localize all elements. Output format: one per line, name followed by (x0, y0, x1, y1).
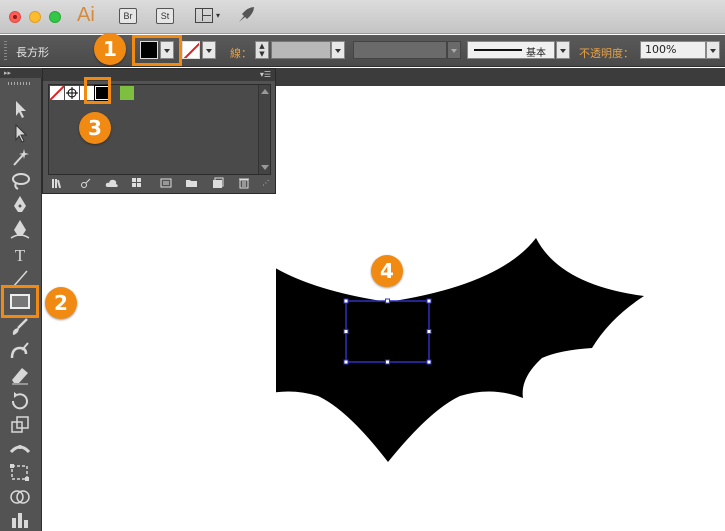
scroll-down-icon[interactable] (261, 165, 269, 170)
brush-definition-label: 基本 (526, 48, 546, 59)
paintbrush-tool-icon[interactable] (8, 316, 32, 338)
control-bar-grip[interactable] (4, 41, 7, 61)
magic-wand-tool-icon[interactable] (8, 146, 32, 168)
swatch-libraries-menu-icon[interactable] (51, 177, 65, 189)
callout-badge-4: 4 (371, 255, 403, 287)
selected-rectangle[interactable] (343, 298, 432, 365)
selection-type-label: 長方形 (16, 46, 49, 59)
document-tab-strip (276, 68, 725, 86)
close-window-button[interactable] (9, 11, 21, 23)
illustrator-logo: Ai (77, 4, 95, 26)
bat-artwork[interactable] (276, 86, 725, 531)
panel-resize-grip-icon[interactable]: ⋰ (259, 177, 273, 189)
bat-silhouette[interactable] (276, 238, 644, 462)
opacity-label[interactable]: 不透明度： (579, 45, 634, 61)
bridge-button[interactable]: Br (119, 8, 137, 24)
opacity-input[interactable]: 100% (640, 41, 706, 59)
tools-panel-collapse-icon[interactable]: ▸▸ (0, 68, 42, 78)
callout-badge-3: 3 (79, 112, 111, 144)
stock-button[interactable]: St (156, 8, 174, 24)
swatches-panel-footer: ⋰ (49, 177, 273, 191)
curvature-tool-icon[interactable] (8, 218, 32, 240)
shaper-tool-icon[interactable] (8, 340, 32, 362)
cloud-library-icon[interactable] (105, 177, 119, 189)
arrange-documents-icon[interactable] (195, 8, 213, 23)
add-to-library-icon[interactable] (79, 177, 93, 189)
fill-highlight-box (132, 35, 182, 66)
delete-swatch-icon[interactable] (237, 177, 251, 189)
swatch-scrollbar[interactable] (258, 85, 270, 174)
selection-tool-icon[interactable] (8, 98, 32, 120)
artboard-canvas[interactable] (276, 86, 725, 531)
svg-text:T: T (15, 246, 26, 265)
direct-selection-tool-icon[interactable] (8, 122, 32, 144)
callout-badge-2: 2 (45, 287, 77, 319)
show-swatch-kinds-icon[interactable] (131, 177, 145, 189)
callout-badge-1: 1 (94, 33, 126, 65)
new-swatch-icon[interactable] (211, 177, 225, 189)
variable-width-profile-field[interactable] (353, 41, 447, 59)
chevron-down-icon[interactable]: ▾ (216, 11, 220, 20)
gpu-performance-icon[interactable] (236, 5, 256, 28)
minimize-window-button[interactable] (29, 11, 41, 23)
rotate-tool-icon[interactable] (8, 390, 32, 412)
swatch-none[interactable] (50, 86, 64, 100)
brush-definition-select[interactable]: 基本 (467, 41, 555, 59)
rectangle-tool-highlight-box (1, 285, 39, 318)
stroke-weight-stepper[interactable]: ▲ ▼ (255, 41, 269, 59)
zoom-window-button[interactable] (49, 11, 61, 23)
black-swatch-highlight-box (84, 77, 111, 104)
stroke-weight-input[interactable] (271, 41, 331, 59)
swatch-registration[interactable] (65, 86, 79, 100)
shape-builder-tool-icon[interactable] (8, 486, 32, 508)
free-transform-tool-icon[interactable] (8, 462, 32, 484)
swatches-panel: ▾☰ ⋰ (42, 68, 276, 194)
lasso-tool-icon[interactable] (8, 170, 32, 192)
new-color-group-icon[interactable] (185, 177, 199, 189)
panel-menu-icon[interactable]: ▾☰ (260, 69, 271, 81)
graph-tool-icon[interactable] (8, 508, 32, 530)
swatches-panel-header[interactable]: ▾☰ (43, 69, 275, 81)
stroke-weight-dropdown-button[interactable] (331, 41, 345, 59)
app-bar: Ai Br St ▾ (0, 0, 725, 34)
width-tool-icon[interactable] (8, 438, 32, 460)
type-tool-icon[interactable]: T (8, 244, 32, 266)
tools-panel-grip[interactable] (8, 82, 32, 85)
scale-tool-icon[interactable] (8, 414, 32, 436)
stroke-color-dropdown-button[interactable] (202, 41, 216, 59)
brush-definition-dropdown-button[interactable] (556, 41, 570, 59)
eraser-tool-icon[interactable] (8, 364, 32, 386)
pen-tool-icon[interactable] (8, 194, 32, 216)
stroke-color-swatch[interactable] (182, 41, 200, 59)
swatch-options-icon[interactable] (159, 177, 173, 189)
stroke-label[interactable]: 線： (230, 45, 252, 61)
scroll-up-icon[interactable] (261, 89, 269, 94)
brush-stroke-preview (474, 49, 522, 51)
swatch-green[interactable] (120, 86, 134, 100)
opacity-dropdown-button[interactable] (706, 41, 720, 59)
variable-width-dropdown-button[interactable] (447, 41, 461, 59)
